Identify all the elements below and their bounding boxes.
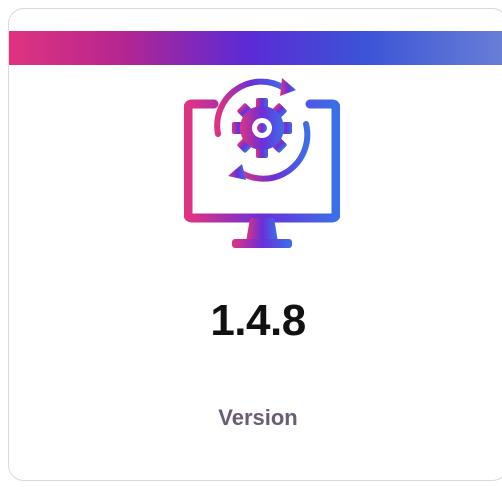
version-value: 1.4.8 bbox=[210, 296, 306, 345]
monitor-settings-update-icon bbox=[183, 64, 341, 254]
version-label: Version bbox=[218, 405, 298, 430]
version-card: 1.4.8 Version bbox=[8, 8, 502, 481]
accent-gradient-bar bbox=[9, 31, 502, 65]
